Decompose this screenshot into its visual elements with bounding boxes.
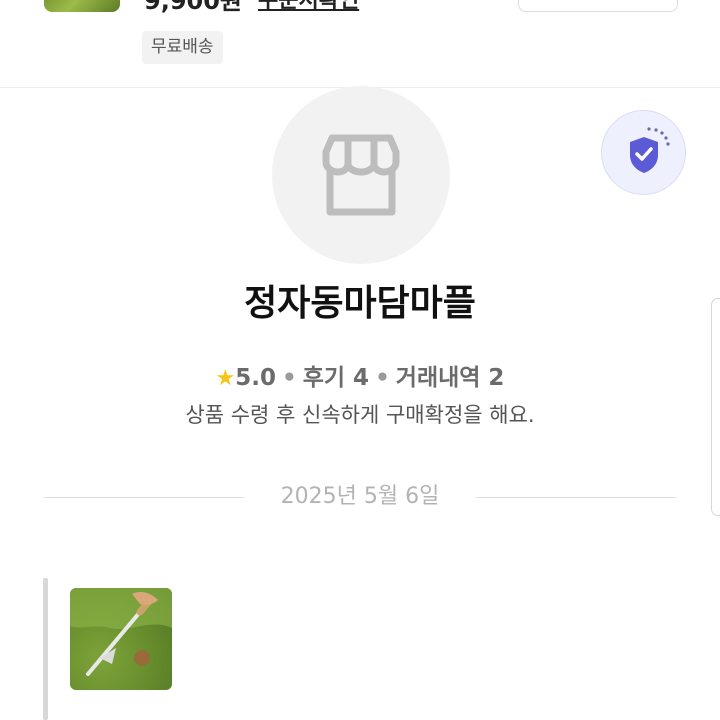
store-reviews[interactable]: 후기 4 xyxy=(303,365,369,391)
store-transactions[interactable]: 거래내역 2 xyxy=(396,365,505,391)
garden-tool-image xyxy=(70,588,172,676)
product-card[interactable]: 9,900원 주문서확인 무료배송 xyxy=(0,0,720,88)
separator-dot: • xyxy=(282,365,297,391)
store-icon xyxy=(322,134,400,216)
shield-check-icon xyxy=(630,127,670,173)
order-confirm-link[interactable]: 주문서확인 xyxy=(258,0,359,16)
store-stats: ★5.0 • 후기 4 • 거래내역 2 xyxy=(0,362,720,395)
store-name: 정자동마담마플 xyxy=(244,283,476,324)
star-icon: ★ xyxy=(215,366,236,391)
verified-shield-badge[interactable] xyxy=(601,110,686,195)
free-shipping-badge: 무료배송 xyxy=(142,31,223,64)
separator-dot: • xyxy=(375,365,390,391)
side-panel-edge[interactable] xyxy=(711,298,720,516)
store-avatar[interactable] xyxy=(272,86,450,264)
product-action-button[interactable] xyxy=(518,0,678,12)
review-quote-bar xyxy=(43,578,48,720)
date-separator: 2025년 5월 6일 xyxy=(44,482,676,512)
review-product-image[interactable] xyxy=(70,588,172,690)
divider-line xyxy=(476,497,676,498)
product-thumbnail[interactable] xyxy=(44,0,120,12)
store-rating: 5.0 xyxy=(235,365,277,391)
product-price: 9,900원 xyxy=(144,0,242,15)
store-description: 상품 수령 후 신속하게 구매확정을 해요. xyxy=(185,403,535,427)
